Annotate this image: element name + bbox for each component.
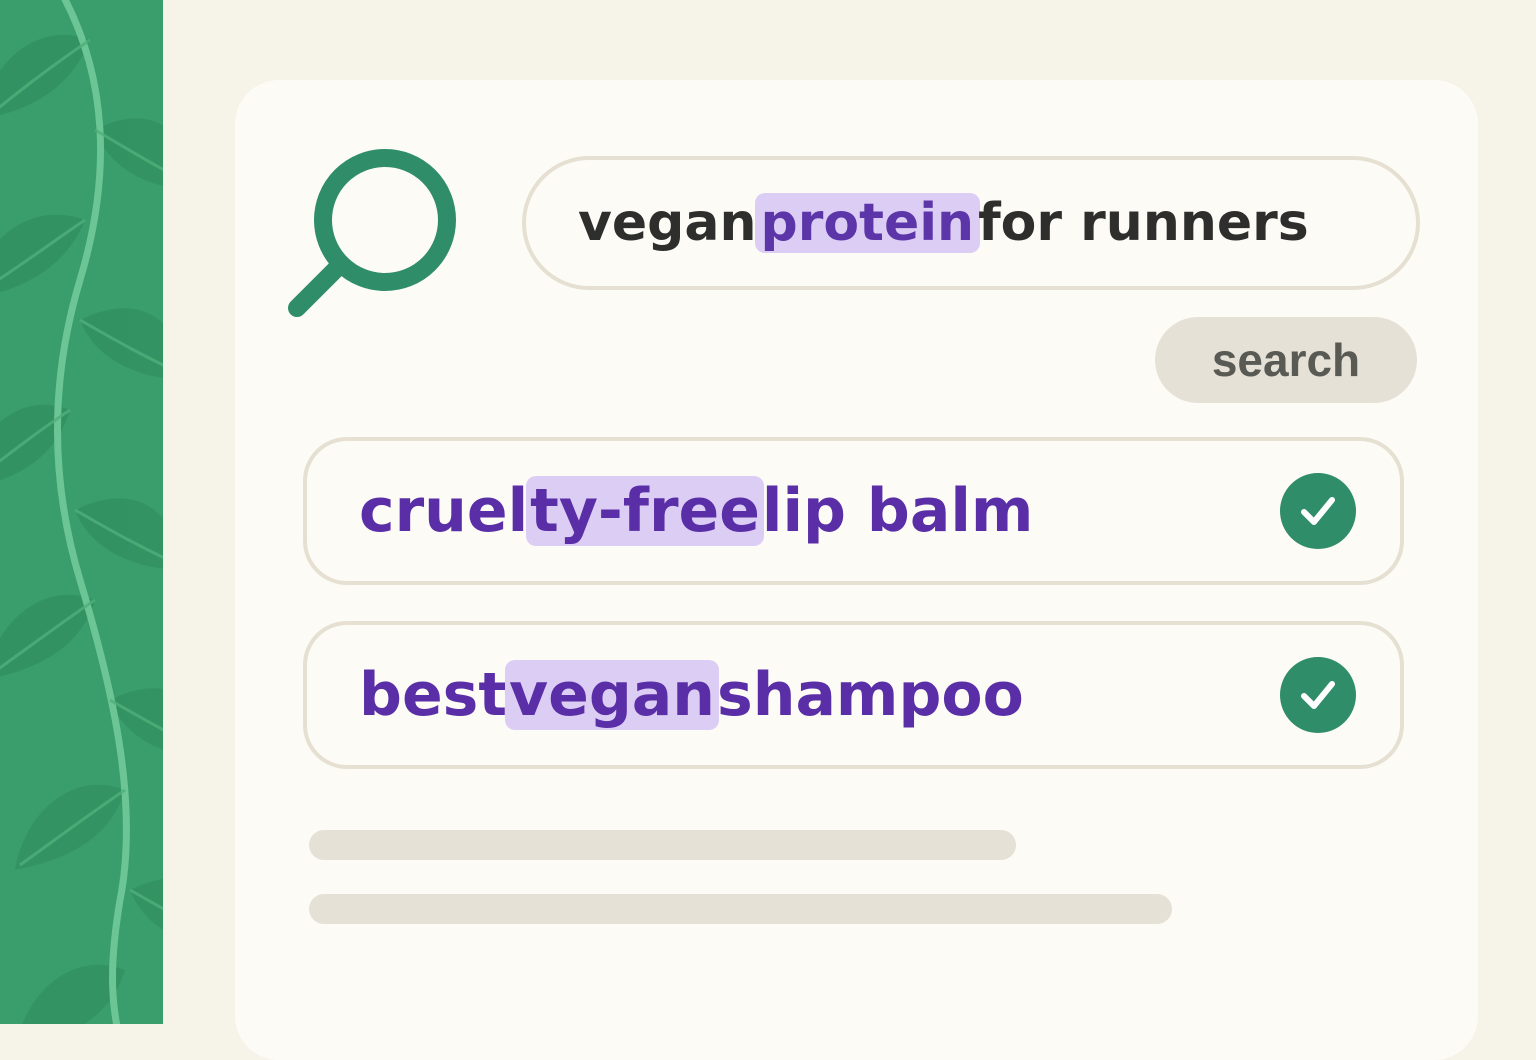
result-highlight: ty-free [526,476,764,546]
query-text-start: vegan [578,193,757,253]
leaf-pattern-image [0,0,163,1024]
skeleton-line [309,830,1016,860]
check-circle-icon [1280,473,1356,549]
search-button[interactable]: search [1155,317,1417,403]
search-input[interactable]: vegan protein for runners [522,156,1420,290]
result-text-end: shampoo [717,660,1024,730]
result-text-start: best [359,660,508,730]
query-highlight: protein [754,193,981,253]
leaf-pattern-panel [0,0,163,1024]
check-circle-icon [1280,657,1356,733]
result-item[interactable]: cruel ty-free lip balm [303,437,1404,585]
result-text-start: cruel [359,476,529,546]
query-text-end: for runners [978,193,1309,253]
result-highlight: vegan [505,660,720,730]
result-item[interactable]: best vegan shampoo [303,621,1404,769]
skeleton-line [309,894,1172,924]
search-icon[interactable] [285,140,465,325]
result-text-end: lip balm [761,476,1034,546]
